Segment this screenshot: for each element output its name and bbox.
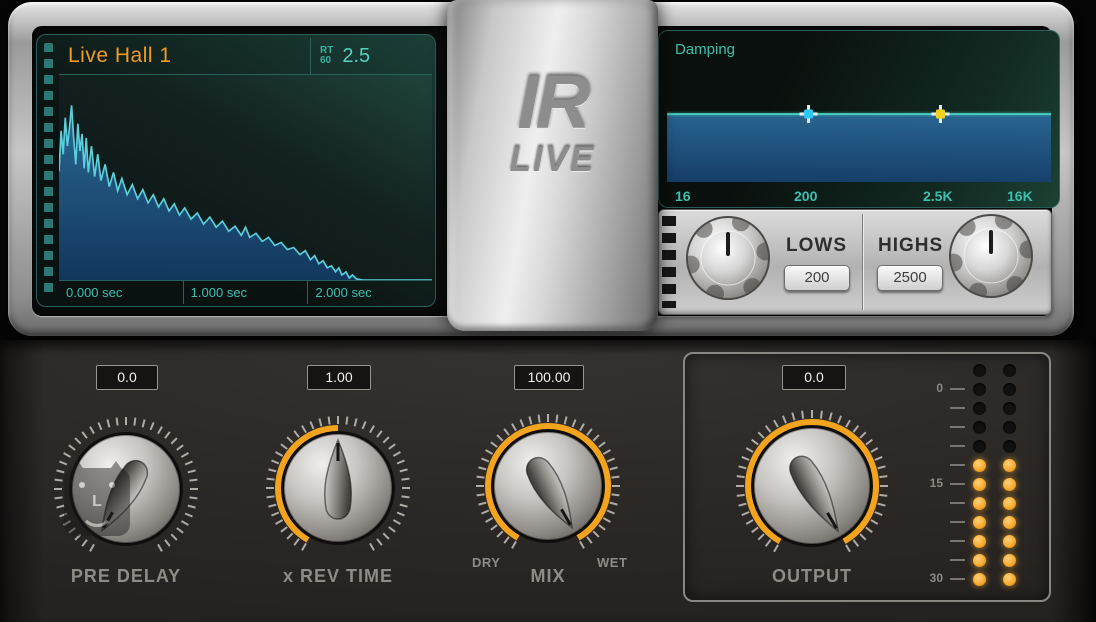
freq-label-16K: 16K	[1007, 188, 1033, 204]
meter-scale-label: 30	[925, 571, 943, 585]
meter-led	[973, 402, 986, 415]
meter-led	[1003, 459, 1016, 472]
meter-led	[973, 440, 986, 453]
rev-time-knob[interactable]	[258, 408, 418, 573]
panel-divider	[862, 214, 863, 310]
lows-value-button[interactable]: 200	[784, 265, 850, 291]
pre-delay-knob[interactable]	[46, 409, 206, 574]
meter-led	[1003, 573, 1016, 586]
damping-controls-panel: LOWS 200 HIGHS 2500	[658, 209, 1052, 315]
rt60-label: RT 60	[320, 46, 333, 66]
meter-led	[973, 421, 986, 434]
display-header: Live Hall 1 RT 60 2.5	[59, 38, 432, 75]
plugin-window: Live Hall 1 RT 60 2.5 0.000 s	[0, 0, 1096, 622]
mix-knob[interactable]	[468, 406, 628, 571]
rt60-label-bottom: 60	[320, 56, 333, 66]
rt60-value: 2.5	[342, 45, 370, 68]
waveform-plot	[59, 75, 432, 280]
film-strip-teal-icon	[44, 43, 53, 298]
meter-led	[1003, 535, 1016, 548]
ir-live-logo-plate: IR LIVE	[447, 0, 658, 331]
meter-led	[973, 497, 986, 510]
ir-live-logo: IR LIVE	[447, 66, 658, 177]
damping-title: Damping	[675, 41, 735, 58]
damping-display: Damping 16 200 2.5K 16K	[658, 30, 1060, 208]
time-axis: 0.000 sec 1.000 sec 2.000 sec	[59, 280, 432, 304]
rt60-cell[interactable]: RT 60 2.5	[310, 38, 432, 74]
highs-value-button[interactable]: 2500	[877, 265, 943, 291]
rev-time-value[interactable]: 1.00	[307, 365, 371, 390]
meter-led	[973, 535, 986, 548]
impulse-response-display: Live Hall 1 RT 60 2.5 0.000 s	[36, 34, 436, 307]
logo-ir-text: IR	[447, 66, 658, 140]
logo-live-text: LIVE	[447, 143, 658, 177]
freq-label-200: 200	[794, 188, 817, 204]
time-label-0: 0.000 sec	[59, 281, 184, 304]
output-level-meter: 0 15 30	[925, 360, 1035, 600]
meter-scale-label: 0	[925, 381, 943, 395]
meter-scale-label: 15	[925, 476, 943, 490]
meter-led	[1003, 364, 1016, 377]
freq-label-2.5K: 2.5K	[923, 188, 953, 204]
preset-name[interactable]: Live Hall 1	[59, 38, 310, 74]
lows-label: LOWS	[786, 235, 847, 257]
pre-delay-value[interactable]: 0.0	[96, 365, 158, 390]
freq-label-16: 16	[675, 188, 691, 204]
meter-led	[973, 573, 986, 586]
output-label: OUTPUT	[722, 566, 902, 587]
meter-led	[1003, 402, 1016, 415]
meter-led	[1003, 421, 1016, 434]
meter-tick	[950, 426, 965, 428]
lows-knob[interactable]	[682, 212, 774, 304]
meter-led	[973, 364, 986, 377]
meter-tick	[950, 445, 965, 447]
meter-led	[973, 383, 986, 396]
highs-label: HIGHS	[878, 235, 943, 257]
control-section: 0.0 1.00 100.00 0.0	[0, 340, 1096, 622]
highs-knob[interactable]	[945, 210, 1037, 302]
meter-led	[1003, 554, 1016, 567]
meter-led	[973, 459, 986, 472]
meter-tick	[950, 464, 965, 466]
film-strip-dark-icon	[662, 216, 676, 308]
meter-tick	[950, 388, 965, 390]
meter-led	[973, 478, 986, 491]
meter-led	[1003, 478, 1016, 491]
meter-tick	[950, 521, 965, 523]
mix-value[interactable]: 100.00	[514, 365, 584, 390]
output-value[interactable]: 0.0	[782, 365, 846, 390]
meter-led	[1003, 497, 1016, 510]
time-label-2: 2.000 sec	[308, 281, 432, 304]
meter-tick	[950, 559, 965, 561]
mix-wet-label: WET	[597, 555, 627, 570]
meter-tick	[950, 540, 965, 542]
meter-tick	[950, 578, 965, 580]
top-section: Live Hall 1 RT 60 2.5 0.000 s	[0, 0, 1096, 340]
meter-tick	[950, 407, 965, 409]
meter-led	[1003, 516, 1016, 529]
rev-time-label: x REV TIME	[248, 566, 428, 587]
output-knob[interactable]	[726, 400, 898, 577]
meter-tick	[950, 502, 965, 504]
meter-led	[973, 554, 986, 567]
pre-delay-label: PRE DELAY	[36, 566, 216, 587]
meter-led	[1003, 383, 1016, 396]
time-label-1: 1.000 sec	[184, 281, 309, 304]
meter-led	[1003, 440, 1016, 453]
meter-led	[973, 516, 986, 529]
meter-tick	[950, 483, 965, 485]
mix-dry-label: DRY	[472, 555, 500, 570]
